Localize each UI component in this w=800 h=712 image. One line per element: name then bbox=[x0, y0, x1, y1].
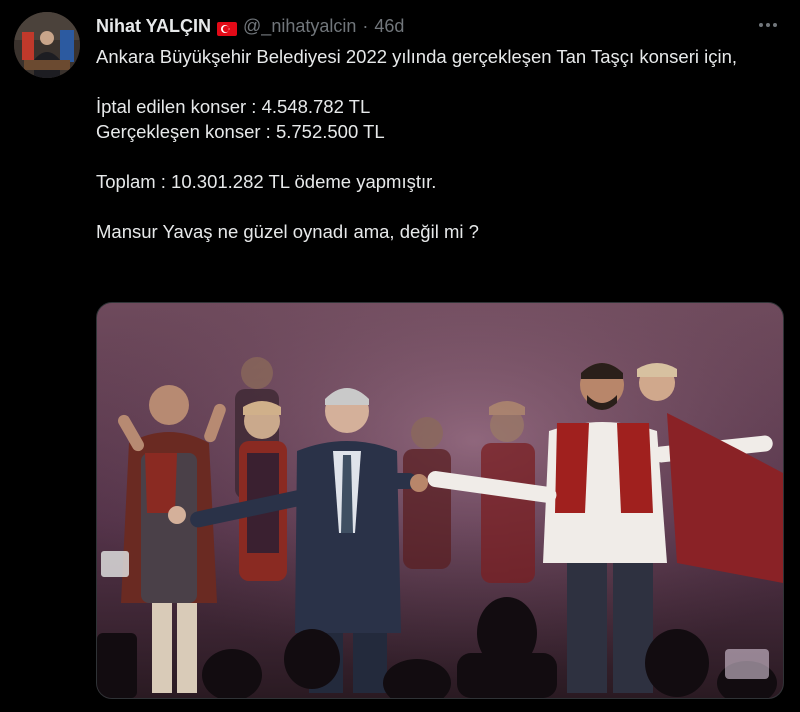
author-handle[interactable]: @_nihatyalcin bbox=[243, 15, 356, 37]
tweet-line-realized: Gerçekleşen konser : 5.752.500 TL bbox=[96, 121, 385, 142]
separator-dot: · bbox=[362, 16, 369, 36]
tweet-line-cancelled: İptal edilen konser : 4.548.782 TL bbox=[96, 96, 371, 117]
tweet-header: Nihat YALÇIN @_nihatyalcin · 46d bbox=[96, 14, 740, 38]
avatar[interactable] bbox=[14, 12, 80, 78]
timestamp[interactable]: 46d bbox=[374, 15, 404, 37]
avatar-image bbox=[14, 12, 80, 78]
concert-stage-photo bbox=[97, 303, 783, 698]
tweet-line-total: Toplam : 10.301.282 TL ödeme yapmıştır. bbox=[96, 171, 437, 192]
turkey-flag-icon bbox=[217, 19, 238, 36]
more-options-icon[interactable] bbox=[754, 14, 782, 36]
tweet[interactable]: Nihat YALÇIN @_nihatyalcin · 46d Ankara … bbox=[0, 0, 800, 712]
tweet-line-question: Mansur Yavaş ne güzel oynadı ama, değil … bbox=[96, 221, 479, 242]
tweet-line-intro: Ankara Büyükşehir Belediyesi 2022 yılınd… bbox=[96, 46, 738, 67]
tweet-media-photo[interactable] bbox=[96, 302, 784, 699]
author-name[interactable]: Nihat YALÇIN bbox=[96, 15, 211, 37]
tweet-text: Ankara Büyükşehir Belediyesi 2022 yılınd… bbox=[96, 44, 786, 244]
